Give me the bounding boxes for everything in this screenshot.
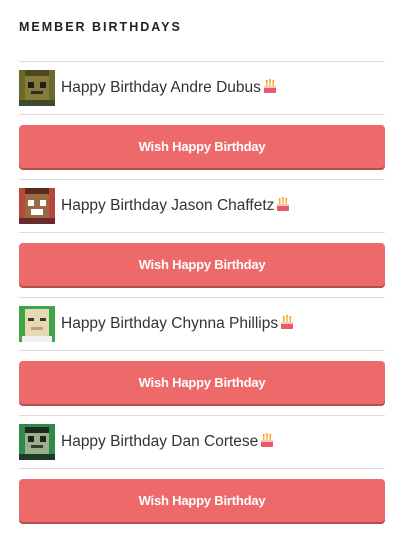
widget-title: MEMBER BIRTHDAYS — [19, 20, 182, 34]
wish-happy-birthday-button[interactable]: Wish Happy Birthday — [19, 479, 385, 522]
birthday-cake-icon — [279, 314, 295, 335]
birthday-text: Happy Birthday Jason Chaffetz — [61, 196, 275, 214]
wish-happy-birthday-button[interactable]: Wish Happy Birthday — [19, 125, 385, 168]
birthday-entry: Happy Birthday Andre Dubus Wish Happy Bi… — [19, 61, 385, 168]
birthday-text: Happy Birthday Andre Dubus — [61, 78, 261, 96]
birthday-cake-icon — [259, 432, 275, 453]
birthday-row: Happy Birthday Jason Chaffetz — [19, 180, 385, 232]
birthday-entry: Happy Birthday Chynna Phillips Wish Happ… — [19, 297, 385, 404]
avatar[interactable] — [19, 424, 55, 460]
avatar[interactable] — [19, 70, 55, 106]
divider — [19, 350, 385, 351]
birthday-text: Happy Birthday Chynna Phillips — [61, 314, 279, 332]
birthday-row: Happy Birthday Andre Dubus — [19, 62, 385, 114]
divider — [19, 468, 385, 469]
wish-happy-birthday-button[interactable]: Wish Happy Birthday — [19, 361, 385, 404]
birthday-row: Happy Birthday Dan Cortese — [19, 416, 385, 468]
avatar[interactable] — [19, 188, 55, 224]
divider — [19, 114, 385, 115]
birthday-row: Happy Birthday Chynna Phillips — [19, 298, 385, 350]
birthday-cake-icon — [262, 78, 278, 99]
birthday-message: Happy Birthday Jason Chaffetz — [61, 196, 291, 217]
birthday-text: Happy Birthday Dan Cortese — [61, 432, 259, 450]
birthday-entry: Happy Birthday Dan Cortese Wish Happy Bi… — [19, 415, 385, 522]
avatar[interactable] — [19, 306, 55, 342]
birthday-entry: Happy Birthday Jason Chaffetz Wish Happy… — [19, 179, 385, 286]
member-birthdays-widget: MEMBER BIRTHDAYS Happy Birthday Andre Du… — [0, 0, 409, 552]
birthday-cake-icon — [275, 196, 291, 217]
birthday-message: Happy Birthday Dan Cortese — [61, 432, 275, 453]
birthday-message: Happy Birthday Chynna Phillips — [61, 314, 295, 335]
birthday-message: Happy Birthday Andre Dubus — [61, 78, 278, 99]
divider — [19, 232, 385, 233]
wish-happy-birthday-button[interactable]: Wish Happy Birthday — [19, 243, 385, 286]
